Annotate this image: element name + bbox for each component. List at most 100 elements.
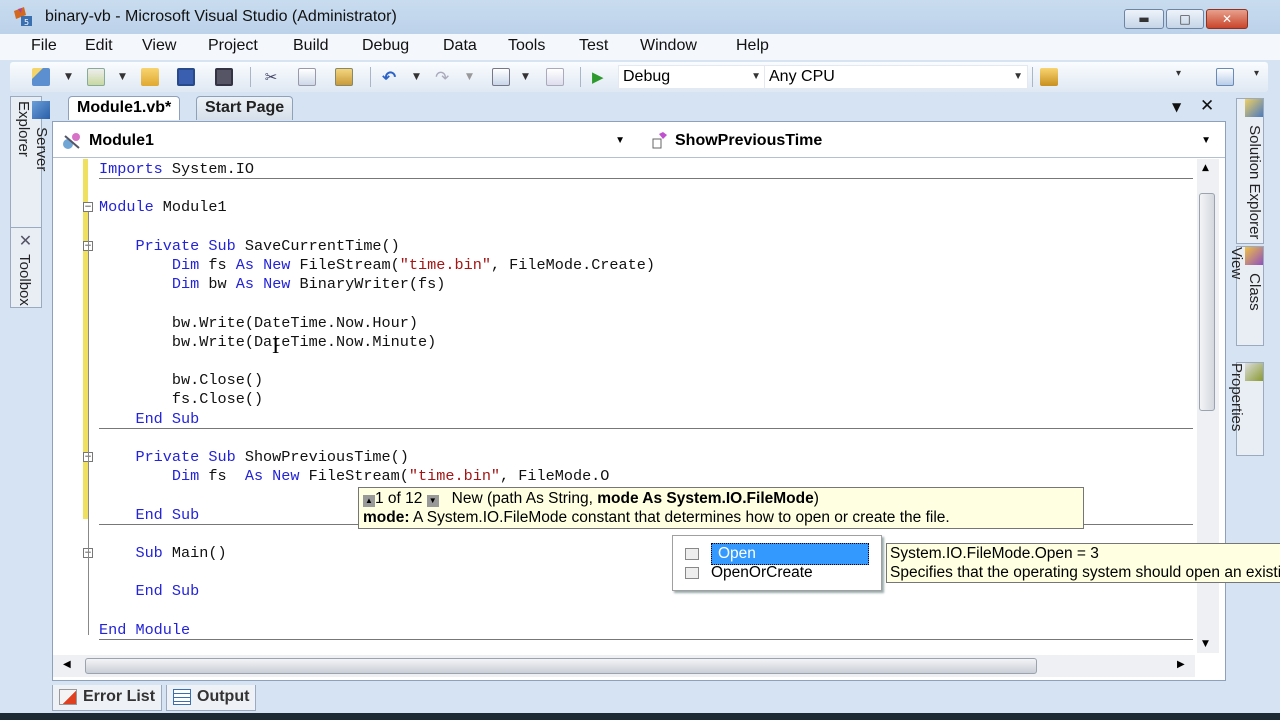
save-icon[interactable]	[177, 68, 195, 86]
code-line[interactable]: End Sub	[99, 410, 199, 429]
new-project-icon[interactable]	[32, 68, 50, 86]
code-line[interactable]: Dim fs As New FileStream("time.bin", Fil…	[99, 256, 655, 275]
types-combo[interactable]: Module1 ▼	[55, 128, 633, 154]
menu-test[interactable]: Test	[579, 37, 608, 55]
horizontal-scrollbar[interactable]: ◀ ▶	[53, 655, 1195, 677]
tab-error-list[interactable]: Error List	[52, 685, 163, 711]
svg-text:5: 5	[24, 18, 29, 27]
undo-dropdown-icon[interactable]: ▼	[413, 72, 420, 82]
code-line[interactable]: bw.Close()	[99, 371, 263, 390]
keyword-token: Imports	[99, 160, 163, 178]
solution-configuration-combo[interactable]: Debug ▼	[618, 65, 766, 89]
undo-icon[interactable]: ↶	[382, 68, 400, 88]
code-token: ShowPreviousTime()	[235, 448, 409, 466]
navigate-backward-dropdown-icon[interactable]: ▼	[522, 72, 529, 82]
add-item-dropdown-icon[interactable]: ▼	[119, 72, 126, 82]
horizontal-scroll-thumb[interactable]	[85, 658, 1037, 674]
outline-guide	[88, 212, 89, 635]
method-icon	[652, 132, 667, 149]
tab-module1-vb[interactable]: Module1.vb*	[68, 96, 181, 120]
code-token: Module1	[153, 198, 227, 217]
code-line[interactable]: bw.Write(DateTime.Now.Minute)	[99, 333, 436, 352]
code-line[interactable]: bw.Write(DateTime.Now.Hour)	[99, 314, 418, 333]
close-document-icon[interactable]: ✕	[1200, 96, 1214, 116]
vertical-scroll-thumb[interactable]	[1199, 193, 1215, 411]
code-token: fs	[199, 467, 245, 486]
toolbar-options-icon[interactable]: ▾	[1176, 68, 1186, 86]
toolbox-tab[interactable]: ✕ Toolbox	[15, 231, 34, 307]
menu-data[interactable]: Data	[443, 37, 477, 55]
menu-window[interactable]: Window	[640, 37, 697, 55]
previous-overload-icon[interactable]: ▲	[363, 495, 375, 507]
solution-explorer-toolbar-icon[interactable]	[1216, 68, 1234, 86]
maximize-button[interactable]: □	[1166, 9, 1204, 29]
toolbar-separator	[580, 67, 581, 87]
menu-build[interactable]: Build	[293, 37, 329, 55]
menu-debug[interactable]: Debug	[362, 37, 409, 55]
code-token: BinaryWriter(fs)	[290, 275, 446, 294]
navigate-backward-icon[interactable]	[492, 68, 510, 86]
scroll-right-icon[interactable]: ▶	[1177, 659, 1185, 670]
right-dock: Solution Explorer Class View Properties	[1228, 96, 1266, 456]
tab-output[interactable]: Output	[166, 685, 257, 711]
code-line[interactable]: End Sub	[99, 582, 199, 601]
members-combo[interactable]: ShowPreviousTime ▼	[641, 128, 1219, 154]
scroll-up-icon[interactable]: ▲	[1202, 163, 1209, 173]
copy-icon[interactable]	[298, 68, 316, 86]
error-list-icon	[59, 689, 77, 705]
close-window-button[interactable]: ✕	[1206, 9, 1248, 29]
menu-help[interactable]: Help	[736, 37, 769, 55]
code-line[interactable]: Imports System.IO	[99, 160, 254, 179]
code-line[interactable]: fs.Close()	[99, 390, 263, 409]
output-label: Output	[197, 688, 250, 705]
code-line[interactable]: End Module	[99, 621, 190, 640]
active-files-dropdown-icon[interactable]: ▼	[1172, 100, 1181, 114]
code-line[interactable]: Dim fs As New FileStream("time.bin", Fil…	[99, 467, 610, 486]
find-in-files-icon[interactable]	[1040, 68, 1058, 86]
code-line[interactable]: Sub Main()	[99, 544, 226, 563]
open-file-icon[interactable]	[141, 68, 159, 86]
keyword-token: As New	[244, 467, 300, 486]
scroll-down-icon[interactable]: ▼	[1202, 639, 1209, 649]
cut-icon[interactable]: ✂	[262, 68, 280, 86]
minimize-button[interactable]: ▬	[1124, 9, 1164, 29]
member-description: Specifies that the operating system shou…	[890, 564, 1280, 581]
class-view-tab[interactable]: Class View	[1228, 246, 1264, 346]
menu-tools[interactable]: Tools	[508, 37, 545, 55]
properties-tab[interactable]: Properties	[1228, 362, 1264, 456]
error-list-label: Error List	[83, 688, 156, 705]
left-dock: Server Explorer ✕ Toolbox	[10, 96, 50, 308]
toolbar-options-icon[interactable]: ▾	[1254, 68, 1264, 86]
code-token: FileStream(	[290, 256, 400, 274]
procedure-separator	[99, 427, 1193, 429]
redo-icon[interactable]: ↷	[435, 68, 453, 88]
code-line[interactable]: Private Sub ShowPreviousTime()	[99, 448, 409, 467]
menu-project[interactable]: Project	[208, 37, 258, 55]
collapse-region-icon[interactable]: −	[83, 202, 93, 213]
solution-explorer-tab[interactable]: Solution Explorer	[1236, 98, 1264, 244]
redo-dropdown-icon[interactable]: ▼	[466, 72, 473, 82]
signature-current-param: mode As System.IO.FileMode	[597, 490, 814, 507]
tab-start-page[interactable]: Start Page	[196, 96, 294, 120]
add-item-icon[interactable]	[87, 68, 105, 86]
completion-item-open[interactable]: Open	[685, 543, 869, 565]
server-explorer-tab[interactable]: Server Explorer	[15, 101, 50, 221]
code-line[interactable]: End Sub	[99, 506, 199, 525]
code-line[interactable]: Dim bw As New BinaryWriter(fs)	[99, 275, 445, 294]
code-line[interactable]: Private Sub SaveCurrentTime()	[99, 237, 399, 256]
save-all-icon[interactable]	[215, 68, 233, 86]
code-token: System.IO	[162, 160, 254, 178]
next-overload-icon[interactable]: ▼	[426, 495, 439, 507]
menu-file[interactable]: File	[31, 37, 57, 55]
member-signature: System.IO.FileMode.Open = 3	[890, 545, 1099, 562]
start-debug-icon[interactable]: ▶	[592, 68, 610, 86]
new-project-dropdown-icon[interactable]: ▼	[65, 72, 72, 82]
scroll-left-icon[interactable]: ◀	[63, 659, 71, 670]
code-line[interactable]: Module Module1	[99, 198, 227, 217]
completion-item-open-or-create[interactable]: OpenOrCreate	[685, 563, 813, 583]
menu-edit[interactable]: Edit	[85, 37, 113, 55]
menu-view[interactable]: View	[142, 37, 176, 55]
paste-icon[interactable]	[335, 68, 353, 86]
navigate-forward-icon[interactable]	[546, 68, 564, 86]
solution-platform-combo[interactable]: Any CPU ▼	[764, 65, 1028, 89]
